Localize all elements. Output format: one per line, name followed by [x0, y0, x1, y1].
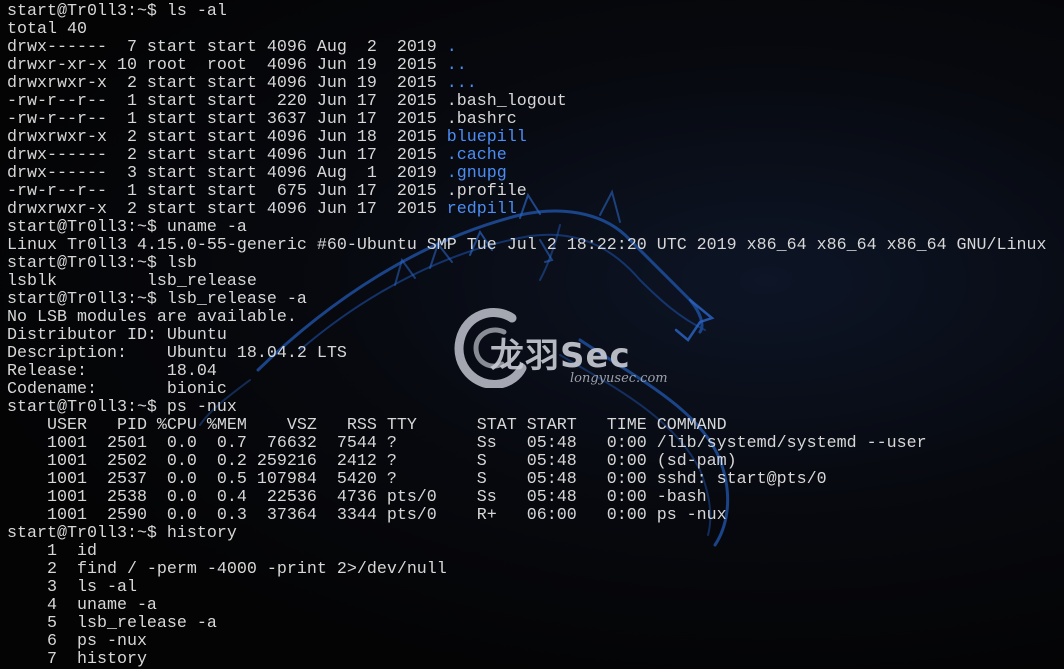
- line-text: 1001 2537 0.0 0.5 107984 5420 ? S 05:48 …: [7, 470, 827, 489]
- terminal-line: drwxr-xr-x 10 root root 4096 Jun 19 2015…: [7, 57, 1047, 75]
- terminal-window[interactable]: 龙羽Sec longyusec.com start@Tr0ll3:~$ ls -…: [0, 0, 1064, 669]
- terminal-line: drwxrwxr-x 2 start start 4096 Jun 18 201…: [7, 129, 1047, 147]
- line-text: 5 lsb_release -a: [7, 614, 217, 633]
- terminal-line: Description: Ubuntu 18.04.2 LTS: [7, 345, 1047, 363]
- directory-name: .: [446, 38, 457, 57]
- terminal-line: lsblk lsb_release: [7, 273, 1047, 291]
- line-text: drwx------ 2 start start 4096 Jun 17 201…: [7, 146, 447, 165]
- terminal-line: 1001 2538 0.0 0.4 22536 4736 pts/0 Ss 05…: [7, 489, 1047, 507]
- line-text: drwxrwxr-x 2 start start 4096 Jun 18 201…: [7, 128, 447, 147]
- line-text: 2 find / -perm -4000 -print 2>/dev/null: [7, 560, 447, 579]
- terminal-line: -rw-r--r-- 1 start start 220 Jun 17 2015…: [7, 93, 1047, 111]
- terminal-line: 1001 2590 0.0 0.3 37364 3344 pts/0 R+ 06…: [7, 507, 1047, 525]
- terminal-line: total 40: [7, 21, 1047, 39]
- line-text: 1001 2501 0.0 0.7 76632 7544 ? Ss 05:48 …: [7, 434, 927, 453]
- terminal-line: 2 find / -perm -4000 -print 2>/dev/null: [7, 561, 1047, 579]
- line-text: 4 uname -a: [7, 596, 157, 615]
- directory-name: ...: [446, 74, 477, 93]
- terminal-line: 1 id: [7, 543, 1047, 561]
- line-text: 6 ps -nux: [7, 632, 147, 651]
- line-text: start@Tr0ll3:~$ lsb_release -a: [7, 290, 307, 309]
- terminal-line: Distributor ID: Ubuntu: [7, 327, 1047, 345]
- line-text: drwxrwxr-x 2 start start 4096 Jun 19 201…: [7, 74, 447, 93]
- line-text: Description: Ubuntu 18.04.2 LTS: [7, 344, 347, 363]
- line-text: -rw-r--r-- 1 start start 3637 Jun 17 201…: [7, 110, 517, 129]
- line-text: lsblk lsb_release: [7, 272, 257, 291]
- terminal-line: 1001 2537 0.0 0.5 107984 5420 ? S 05:48 …: [7, 471, 1047, 489]
- directory-name: ..: [446, 56, 467, 75]
- line-text: 7 history: [7, 650, 147, 669]
- line-text: drwxrwxr-x 2 start start 4096 Jun 17 201…: [7, 200, 447, 219]
- terminal-line: start@Tr0ll3:~$ lsb_release -a: [7, 291, 1047, 309]
- line-text: start@Tr0ll3:~$ ps -nux: [7, 398, 237, 417]
- terminal-line: USER PID %CPU %MEM VSZ RSS TTY STAT STAR…: [7, 417, 1047, 435]
- line-text: 1 id: [7, 542, 97, 561]
- directory-name: .gnupg: [446, 164, 507, 183]
- terminal-line: drwx------ 2 start start 4096 Jun 17 201…: [7, 147, 1047, 165]
- terminal-line: start@Tr0ll3:~$ lsb: [7, 255, 1047, 273]
- terminal-line: -rw-r--r-- 1 start start 3637 Jun 17 201…: [7, 111, 1047, 129]
- line-text: drwx------ 7 start start 4096 Aug 2 2019: [7, 38, 447, 57]
- terminal-line: -rw-r--r-- 1 start start 675 Jun 17 2015…: [7, 183, 1047, 201]
- line-text: 1001 2538 0.0 0.4 22536 4736 pts/0 Ss 05…: [7, 488, 707, 507]
- line-text: start@Tr0ll3:~$ uname -a: [7, 218, 247, 237]
- terminal-line: 5 lsb_release -a: [7, 615, 1047, 633]
- terminal-line: drwx------ 3 start start 4096 Aug 1 2019…: [7, 165, 1047, 183]
- terminal-line: 1001 2502 0.0 0.2 259216 2412 ? S 05:48 …: [7, 453, 1047, 471]
- terminal-line: Codename: bionic: [7, 381, 1047, 399]
- line-text: drwxr-xr-x 10 root root 4096 Jun 19 2015: [7, 56, 447, 75]
- line-text: -rw-r--r-- 1 start start 675 Jun 17 2015…: [7, 182, 527, 201]
- line-text: total 40: [7, 20, 87, 39]
- line-text: Codename: bionic: [7, 380, 227, 399]
- terminal-line: start@Tr0ll3:~$ history: [7, 525, 1047, 543]
- line-text: -rw-r--r-- 1 start start 220 Jun 17 2015…: [7, 92, 567, 111]
- line-text: start@Tr0ll3:~$ ls -al: [7, 2, 227, 21]
- line-text: 1001 2590 0.0 0.3 37364 3344 pts/0 R+ 06…: [7, 506, 727, 525]
- line-text: USER PID %CPU %MEM VSZ RSS TTY STAT STAR…: [7, 416, 727, 435]
- terminal-line: 4 uname -a: [7, 597, 1047, 615]
- terminal-line: start@Tr0ll3:~$ uname -a: [7, 219, 1047, 237]
- directory-name: redpill: [446, 200, 517, 219]
- terminal-line: 7 history: [7, 651, 1047, 669]
- line-text: 3 ls -al: [7, 578, 137, 597]
- line-text: 1001 2502 0.0 0.2 259216 2412 ? S 05:48 …: [7, 452, 737, 471]
- terminal-line: drwxrwxr-x 2 start start 4096 Jun 17 201…: [7, 201, 1047, 219]
- line-text: start@Tr0ll3:~$ lsb: [7, 254, 197, 273]
- directory-name: bluepill: [446, 128, 527, 147]
- terminal-output[interactable]: start@Tr0ll3:~$ ls -al total 40 drwx------…: [7, 3, 1047, 669]
- line-text: No LSB modules are available.: [7, 308, 297, 327]
- terminal-line: start@Tr0ll3:~$ ps -nux: [7, 399, 1047, 417]
- terminal-line: start@Tr0ll3:~$ ls -al: [7, 3, 1047, 21]
- terminal-line: drwx------ 7 start start 4096 Aug 2 2019…: [7, 39, 1047, 57]
- terminal-line: 3 ls -al: [7, 579, 1047, 597]
- line-text: drwx------ 3 start start 4096 Aug 1 2019: [7, 164, 447, 183]
- terminal-line: Release: 18.04: [7, 363, 1047, 381]
- line-text: start@Tr0ll3:~$ history: [7, 524, 237, 543]
- terminal-line: 1001 2501 0.0 0.7 76632 7544 ? Ss 05:48 …: [7, 435, 1047, 453]
- terminal-line: drwxrwxr-x 2 start start 4096 Jun 19 201…: [7, 75, 1047, 93]
- line-text: Release: 18.04: [7, 362, 217, 381]
- terminal-line: 6 ps -nux: [7, 633, 1047, 651]
- line-text: Linux Tr0ll3 4.15.0-55-generic #60-Ubunt…: [7, 236, 1047, 255]
- directory-name: .cache: [446, 146, 507, 165]
- terminal-line: No LSB modules are available.: [7, 309, 1047, 327]
- line-text: Distributor ID: Ubuntu: [7, 326, 227, 345]
- terminal-line: Linux Tr0ll3 4.15.0-55-generic #60-Ubunt…: [7, 237, 1047, 255]
